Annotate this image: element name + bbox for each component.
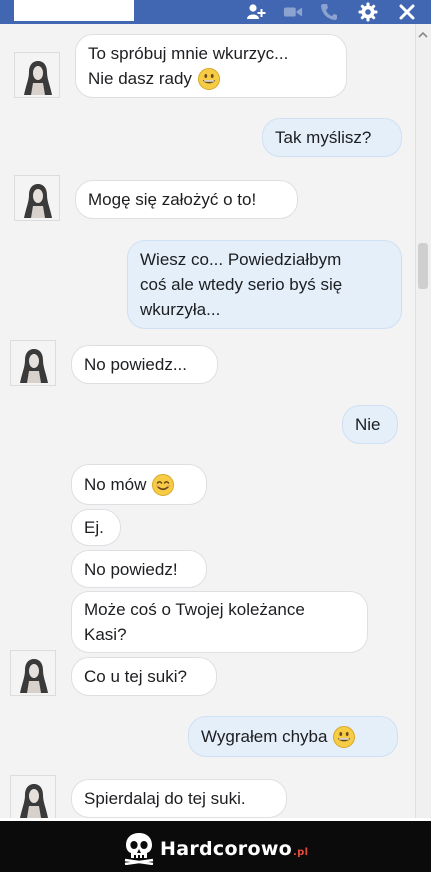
message-line: Wiesz co... Powiedziałbym: [140, 250, 342, 269]
message-line: coś ale wtedy serio byś się: [140, 275, 343, 294]
add-people-icon[interactable]: [246, 2, 266, 22]
message-text: Co u tej suki?: [84, 667, 187, 686]
contact-avatar[interactable]: [10, 340, 56, 386]
video-call-icon[interactable]: [283, 2, 303, 22]
watermark-footer: Hardcorowo.pl: [0, 818, 431, 872]
contact-name-field[interactable]: [14, 0, 134, 21]
message-bubble-incoming[interactable]: Mogę się założyć o to!: [75, 180, 298, 219]
scrollbar-thumb[interactable]: [418, 243, 428, 289]
smiling-face-emoji-icon: [152, 473, 175, 496]
message-text: Spierdalaj do tej suki.: [84, 789, 246, 808]
message-bubble-incoming[interactable]: Może coś o Twojej koleżance Kasi?: [71, 591, 368, 653]
chat-header: [0, 0, 431, 24]
message-bubble-incoming[interactable]: Co u tej suki?: [71, 657, 217, 696]
close-icon[interactable]: [397, 2, 417, 22]
message-line: Może coś o Twojej koleżance: [84, 600, 305, 619]
message-text: No powiedz!: [84, 559, 178, 579]
brand-tld: .pl: [293, 847, 309, 858]
message-text: Mogę się założyć o to!: [88, 190, 257, 209]
message-line: wkurzyła...: [140, 300, 221, 319]
message-bubble-incoming[interactable]: Spierdalaj do tej suki.: [71, 779, 287, 818]
contact-avatar[interactable]: [10, 650, 56, 696]
message-text: No mów: [84, 475, 147, 494]
message-line: Kasi?: [84, 625, 127, 644]
scroll-up-arrow-icon[interactable]: [418, 27, 428, 38]
message-bubble-incoming[interactable]: No powiedz...: [71, 345, 218, 384]
message-bubble-incoming[interactable]: To spróbuj mnie wkurzyc... Nie dasz rady: [75, 34, 347, 98]
message-text: Ej.: [84, 518, 104, 537]
brand-text: Hardcorowo: [160, 838, 293, 860]
message-bubble-outgoing[interactable]: Nie: [342, 405, 398, 444]
grinning-face-emoji-icon: [333, 725, 356, 748]
grinning-face-emoji-icon: [197, 67, 220, 90]
settings-gear-icon[interactable]: [358, 2, 378, 22]
message-line: To spróbuj mnie wkurzyc...: [88, 44, 289, 63]
phone-call-icon[interactable]: [319, 2, 339, 22]
message-text: Nie: [355, 415, 381, 434]
skull-logo-icon: [123, 831, 155, 866]
message-bubble-incoming[interactable]: No mów: [71, 464, 207, 505]
message-bubble-incoming[interactable]: No powiedz!: [71, 550, 207, 588]
contact-avatar[interactable]: [14, 52, 60, 98]
message-bubble-outgoing[interactable]: Wygrałem chyba: [188, 716, 398, 757]
message-text: No powiedz...: [84, 355, 187, 374]
message-text: Tak myślisz?: [275, 128, 372, 147]
message-line: Nie dasz rady: [88, 69, 192, 88]
message-bubble-outgoing[interactable]: Tak myślisz?: [262, 118, 402, 157]
scrollbar-track[interactable]: [415, 24, 431, 818]
message-text: Wygrałem chyba: [201, 727, 328, 746]
contact-avatar[interactable]: [14, 175, 60, 221]
contact-avatar[interactable]: [10, 775, 56, 821]
brand-name: Hardcorowo.pl: [160, 838, 308, 860]
message-bubble-incoming[interactable]: Ej.: [71, 509, 121, 546]
message-bubble-outgoing[interactable]: Wiesz co... Powiedziałbym coś ale wtedy …: [127, 240, 402, 329]
